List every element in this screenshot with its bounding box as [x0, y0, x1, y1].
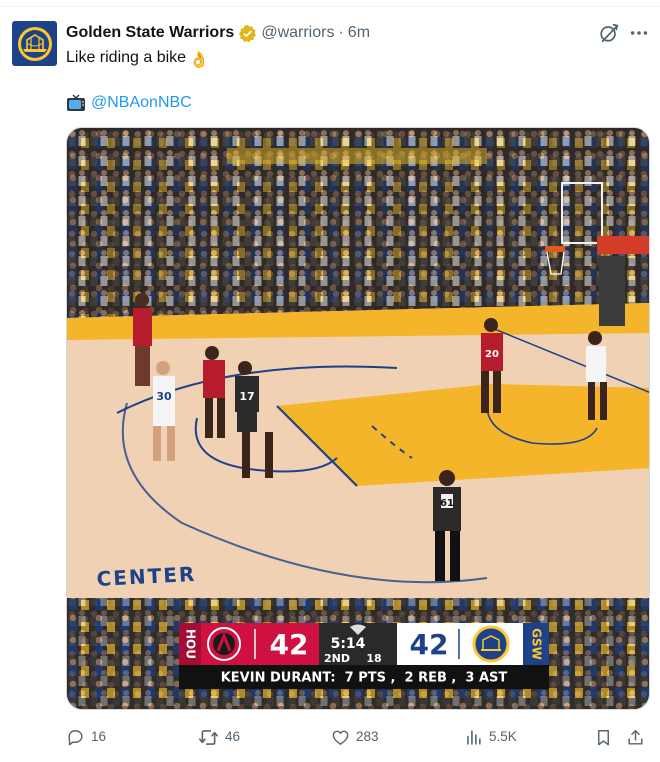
share-button[interactable] [626, 724, 651, 750]
author-name[interactable]: Golden State Warriors [66, 24, 234, 42]
bookmark-icon [598, 729, 609, 745]
away-score: 42 [410, 628, 449, 661]
video-frame: 30 17 20 61 CENTER HOU 42 5:14 2ND 18 42… [67, 128, 649, 709]
ok-hand-emoji: 👌 [189, 52, 209, 69]
warriors-logo-icon [17, 26, 52, 61]
scoreboard: HOU 42 5:14 2ND 18 42 GSW KEVIN DURANT: … [179, 623, 549, 689]
video-player[interactable]: 30 17 20 61 CENTER HOU 42 5:14 2ND 18 42… [66, 127, 650, 710]
home-team-abbr: HOU [184, 629, 198, 659]
separator-dot: · [338, 24, 344, 41]
author-handle[interactable]: @warriors [261, 24, 334, 42]
verified-badge-icon[interactable] [238, 24, 257, 43]
bookmark-button[interactable] [594, 724, 619, 750]
repost-count: 46 [225, 729, 241, 744]
home-score: 42 [270, 628, 309, 661]
reply-icon [68, 729, 83, 745]
divider [0, 6, 660, 7]
like-icon [332, 730, 349, 745]
jersey-number: 17 [239, 390, 254, 403]
tweet-credit-line: @NBAonNBC [66, 92, 192, 114]
like-button[interactable]: 283 [331, 724, 379, 750]
jersey-number: 20 [485, 349, 499, 360]
reply-count: 16 [91, 729, 107, 744]
tv-emoji-icon [67, 94, 85, 111]
stat-line: KEVIN DURANT: 7 PTS , 2 REB , 3 AST [221, 671, 508, 686]
view-count: 5.5K [489, 729, 517, 744]
more-dots-icon[interactable] [628, 22, 650, 44]
grok-icon[interactable] [598, 22, 620, 44]
avatar[interactable] [12, 21, 57, 66]
tweet-actions: 16 46 283 5.5K [66, 724, 650, 750]
tweet-text: Like riding a bike 👌 [66, 47, 209, 72]
views-button[interactable]: 5.5K [464, 724, 517, 750]
mention-link[interactable]: @NBAonNBC [91, 92, 192, 114]
repost-button[interactable]: 46 [198, 724, 240, 750]
like-count: 283 [356, 729, 379, 744]
game-clock: 5:14 [331, 636, 366, 652]
game-quarter: 2ND [324, 652, 350, 665]
shot-clock: 18 [366, 652, 381, 665]
away-team-abbr: GSW [530, 628, 544, 660]
tweet-text-body: Like riding a bike [66, 49, 187, 66]
tweet-header: Golden State Warriors @warriors · 6m [66, 22, 370, 44]
share-icon [628, 729, 643, 745]
views-icon [467, 729, 481, 745]
jersey-number: 61 [440, 498, 454, 509]
timestamp[interactable]: 6m [348, 24, 370, 42]
repost-icon [198, 729, 219, 745]
reply-button[interactable]: 16 [66, 724, 106, 750]
jersey-number: 30 [156, 390, 172, 403]
